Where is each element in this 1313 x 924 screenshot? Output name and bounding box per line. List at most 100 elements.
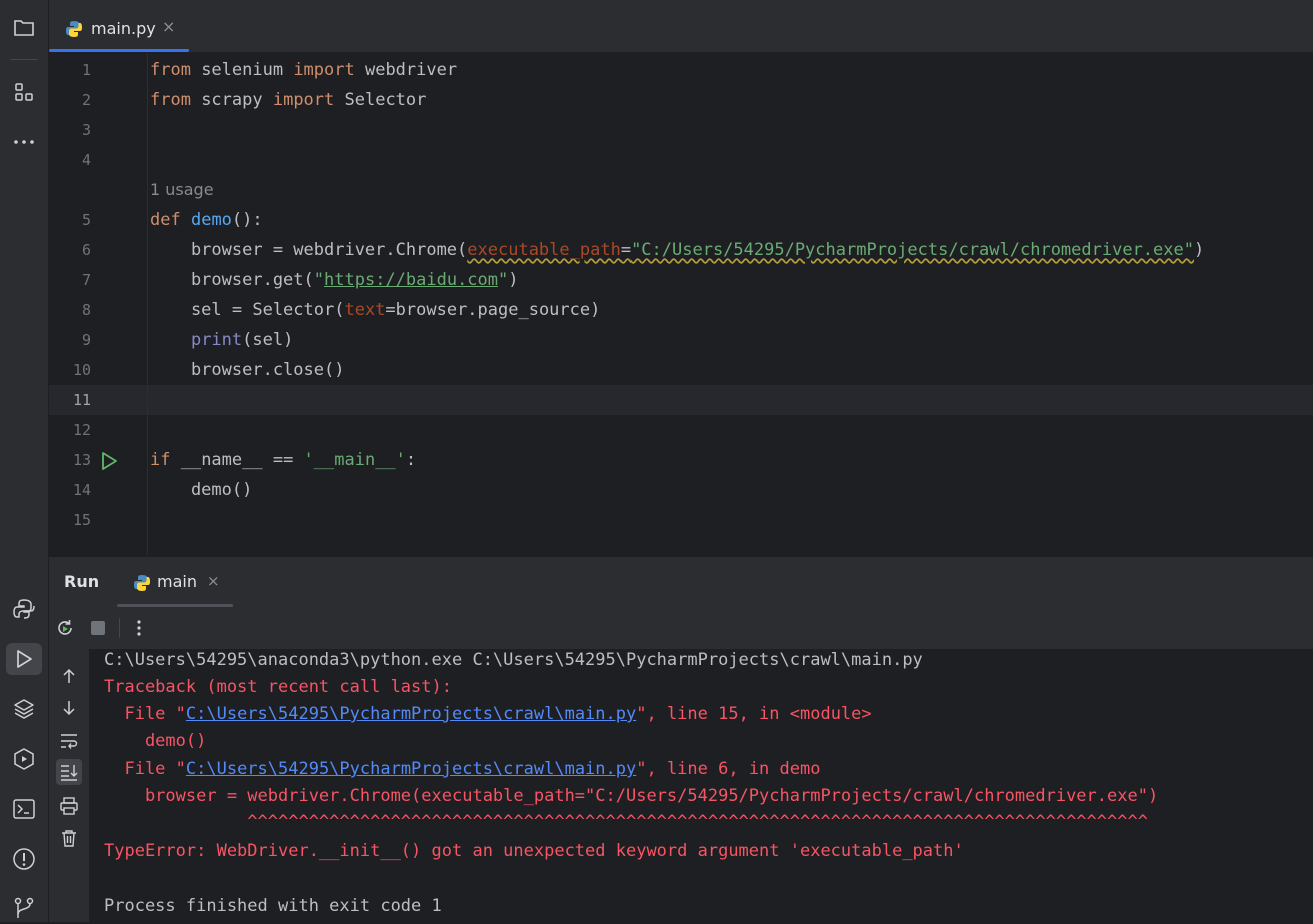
console-traceback-code: demo(): [104, 731, 207, 751]
usage-hint[interactable]: 1 usage: [150, 175, 214, 205]
line-number: 5: [81, 211, 91, 229]
code-text: ): [508, 270, 519, 290]
code-text: webdriver: [354, 60, 458, 80]
editor-tab-bar: main.py ×: [49, 0, 1313, 53]
code-text: sel = Selector(: [150, 300, 345, 320]
active-tab-indicator: [49, 49, 189, 52]
line-number: 15: [72, 511, 91, 529]
code-text: ): [1193, 240, 1205, 260]
run-gutter-icon[interactable]: [99, 451, 119, 475]
console-text: ", line 15, in <module>: [636, 704, 872, 724]
line-number: 6: [81, 241, 91, 259]
run-icon[interactable]: [6, 643, 42, 675]
console-traceback-file: File "C:\Users\54295\PycharmProjects\cra…: [104, 756, 820, 783]
activity-bar: [0, 0, 49, 922]
toolbar-separator: [119, 618, 120, 638]
more-options-icon[interactable]: [126, 615, 152, 641]
console-traceback-file: File "C:\Users\54295\PycharmProjects\cra…: [104, 701, 872, 728]
console-file-link[interactable]: C:\Users\54295\PycharmProjects\crawl\mai…: [186, 759, 636, 779]
run-tab-label: main: [157, 572, 197, 591]
code-line-8: sel = Selector(text=browser.page_source): [150, 295, 600, 325]
line-number: 8: [81, 301, 91, 319]
line-number: 14: [72, 481, 91, 499]
console-process-finished: Process finished with exit code 1: [104, 896, 442, 916]
code-text: (sel): [242, 330, 294, 350]
tab-main-py[interactable]: main.py ×: [49, 0, 189, 52]
tab-close-icon[interactable]: ×: [162, 17, 175, 36]
code-line-6: browser = webdriver.Chrome(executable_pa…: [150, 235, 1204, 265]
url-link[interactable]: https://baidu.com: [324, 270, 498, 290]
code-text: ():: [231, 210, 263, 230]
run-console-output[interactable]: C:\Users\54295\anaconda3\python.exe C:\U…: [90, 649, 1313, 922]
code-line-2: from scrapy import Selector: [150, 85, 426, 115]
line-number: 13: [72, 451, 91, 469]
line-gutter: 1 2 3 4 5 6 7 8 9 10 11 12 13 14 15: [49, 53, 147, 555]
string-quote: ": [313, 270, 325, 290]
console-traceback-header: Traceback (most recent call last):: [104, 677, 452, 697]
code-text: :: [405, 450, 417, 470]
code-text: browser.get(: [150, 270, 314, 290]
code-text: selenium: [190, 60, 294, 80]
layers-icon[interactable]: [6, 693, 42, 725]
line-number: 12: [72, 421, 91, 439]
console-text: File ": [104, 704, 186, 724]
keyword: from: [150, 90, 191, 110]
run-toolbar: [49, 607, 1313, 649]
terminal-icon[interactable]: [6, 793, 42, 825]
folder-icon[interactable]: [6, 12, 42, 44]
line-number: 1: [81, 61, 91, 79]
line-number: 10: [72, 361, 91, 379]
print-icon[interactable]: [56, 793, 82, 819]
code-line-13: if __name__ == '__main__':: [150, 445, 416, 475]
python-file-icon: [133, 574, 151, 596]
code-line-5: def demo():: [150, 205, 263, 235]
console-type-error: TypeError: WebDriver.__init__() got an u…: [104, 841, 964, 861]
run-tab-close-icon[interactable]: ×: [207, 572, 220, 590]
more-icon[interactable]: [6, 126, 42, 158]
string-literal: "C:/Users/54295/PycharmProjects/crawl/ch…: [631, 240, 1194, 260]
function-name: demo: [190, 210, 232, 230]
line-number: 4: [81, 151, 91, 169]
builtin-name: print: [190, 330, 243, 350]
line-number: 11: [72, 391, 91, 409]
code-editor[interactable]: 1 2 3 4 5 6 7 8 9 10 11 12 13 14 15 from…: [49, 53, 1313, 555]
run-side-toolbar: [49, 649, 89, 922]
rerun-icon[interactable]: [52, 615, 78, 641]
line-number: 9: [81, 331, 91, 349]
scroll-up-icon[interactable]: [56, 663, 82, 689]
code-text: =: [620, 240, 632, 260]
code-line-7: browser.get("https://baidu.com"): [150, 265, 519, 295]
console-file-link[interactable]: C:\Users\54295\PycharmProjects\crawl\mai…: [186, 704, 636, 724]
parameter-name: text: [344, 300, 386, 320]
soft-wrap-icon[interactable]: [56, 728, 82, 754]
console-error-carets: ^^^^^^^^^^^^^^^^^^^^^^^^^^^^^^^^^^^^^^^^…: [104, 812, 1148, 832]
problems-icon[interactable]: [6, 843, 42, 875]
scroll-to-end-icon[interactable]: [56, 759, 82, 785]
code-text: scrapy: [190, 90, 273, 110]
code-line-9: print(sel): [150, 325, 293, 355]
clear-all-icon[interactable]: [56, 825, 82, 851]
line-number: 3: [81, 121, 91, 139]
tab-label: main.py: [91, 19, 156, 38]
scroll-down-icon[interactable]: [56, 695, 82, 721]
keyword: from: [150, 60, 191, 80]
run-tab-main[interactable]: main ×: [117, 557, 233, 607]
console-text: ", line 6, in demo: [636, 759, 821, 779]
parameter-name: executable_path: [467, 240, 621, 260]
code-text: =browser.page_source): [385, 300, 601, 320]
current-line-highlight: [49, 385, 1313, 415]
services-icon[interactable]: [6, 743, 42, 775]
stop-icon[interactable]: [85, 615, 111, 641]
console-traceback-code: browser = webdriver.Chrome(executable_pa…: [104, 786, 1159, 806]
run-panel-title: Run: [64, 572, 100, 591]
code-text: __name__ ==: [170, 450, 304, 470]
code-line-1: from selenium import webdriver: [150, 55, 457, 85]
python-console-icon[interactable]: [6, 593, 42, 625]
git-icon[interactable]: [6, 892, 42, 924]
string-literal: '__main__': [303, 450, 406, 470]
python-file-icon: [65, 20, 83, 42]
code-text: Selector: [334, 90, 427, 110]
structure-icon[interactable]: [6, 76, 42, 108]
